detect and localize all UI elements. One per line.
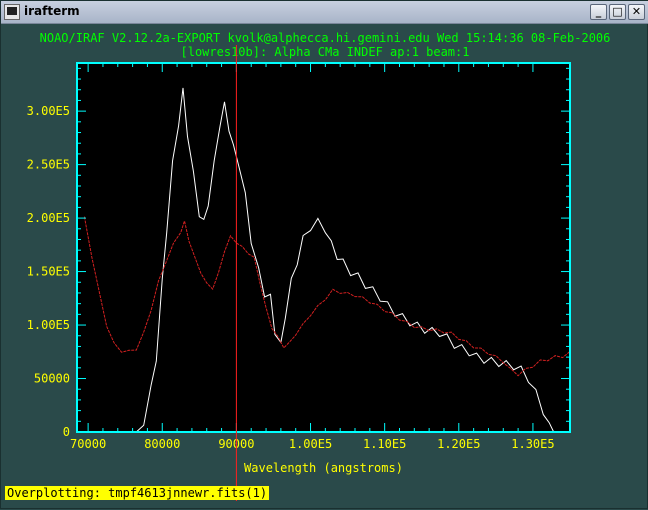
- y-tick-label: 50000: [34, 372, 70, 386]
- x-tick-label: 1.30E5: [511, 437, 554, 451]
- spectrum-plot[interactable]: 70000 80000 90000 1.00E5 1.10E5 1.20E5 1.30E50…: [1, 1, 648, 510]
- y-tick-label: 0: [63, 425, 70, 439]
- x-tick-label: 80000: [144, 437, 180, 451]
- y-tick-label: 2.00E5: [27, 211, 70, 225]
- y-tick-label: 1.00E5: [27, 318, 70, 332]
- y-tick-label: 3.00E5: [27, 104, 70, 118]
- plot-background: [77, 63, 570, 432]
- x-tick-label: 1.20E5: [437, 437, 480, 451]
- x-tick-label: 1.00E5: [289, 437, 332, 451]
- x-tick-label: 1.10E5: [363, 437, 406, 451]
- status-bar: Overplotting: tmpf4613jnnewr.fits(1): [5, 486, 270, 500]
- y-tick-label: 1.50E5: [27, 265, 70, 279]
- y-tick-label: 2.50E5: [27, 158, 70, 172]
- x-tick-label: 70000: [70, 437, 106, 451]
- irafterm-window: irafterm _ □ ✕ NOAO/IRAF V2.12.2a-EXPORT…: [0, 0, 648, 509]
- x-axis-label: Wavelength (angstroms): [244, 461, 403, 475]
